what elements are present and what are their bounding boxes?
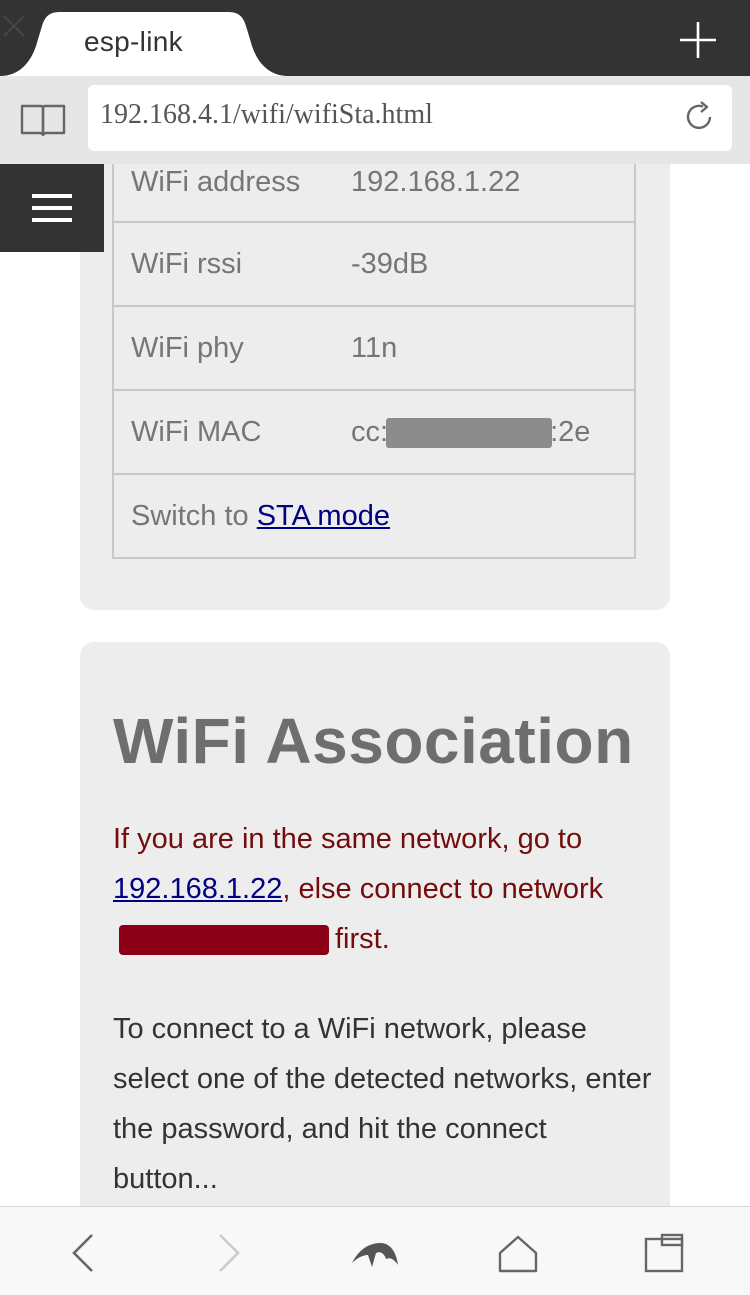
ip-link[interactable]: 192.168.1.22 bbox=[113, 873, 282, 905]
switch-mode-cell: Switch to STA mode bbox=[112, 474, 636, 559]
notice-text-1: If you are in the same network, go to bbox=[113, 823, 583, 855]
table-row: WiFi MAC cc: :2e bbox=[112, 390, 636, 475]
menu-line bbox=[32, 206, 72, 210]
mac-value: cc: :2e bbox=[351, 390, 636, 475]
tabs-icon[interactable] bbox=[642, 1231, 686, 1275]
notice-text-2: , else connect to network bbox=[282, 873, 604, 905]
table-row: WiFi address 192.168.1.22 bbox=[112, 164, 636, 223]
row-label: WiFi MAC bbox=[112, 390, 351, 475]
redaction-bar bbox=[386, 417, 553, 448]
section-title: WiFi Association bbox=[113, 705, 634, 777]
home-icon[interactable] bbox=[496, 1231, 540, 1275]
url-text: 192.168.4.1/wifi/wifiSta.html bbox=[100, 99, 433, 130]
row-label: WiFi phy bbox=[112, 306, 351, 391]
sta-mode-link[interactable]: STA mode bbox=[257, 500, 390, 532]
row-label: WiFi address bbox=[112, 164, 351, 223]
redaction-bar bbox=[119, 925, 329, 956]
back-icon[interactable] bbox=[62, 1231, 106, 1275]
plus-icon[interactable] bbox=[676, 18, 720, 62]
table-row: WiFi phy 11n bbox=[112, 306, 636, 391]
mac-suffix: :2e bbox=[550, 415, 591, 448]
row-value: -39dB bbox=[351, 222, 636, 307]
notice-text-3: first. bbox=[335, 923, 390, 955]
wifi-info-card: WiFi address 192.168.1.22 WiFi rssi -39d… bbox=[80, 164, 670, 610]
switch-text: Switch to bbox=[131, 499, 257, 532]
menu-line bbox=[32, 194, 72, 198]
menu-line bbox=[32, 218, 72, 222]
tab-bar: esp-link bbox=[0, 0, 750, 76]
network-notice: If you are in the same network, go to 19… bbox=[113, 814, 653, 964]
menu-icon[interactable] bbox=[0, 164, 104, 252]
reload-icon[interactable] bbox=[684, 101, 716, 133]
table-row: WiFi rssi -39dB bbox=[112, 222, 636, 307]
dolphin-icon[interactable] bbox=[350, 1231, 400, 1275]
bottom-toolbar bbox=[0, 1206, 750, 1295]
row-value: 11n bbox=[351, 306, 636, 391]
switch-mode-row: Switch to STA mode bbox=[112, 474, 636, 559]
wifi-association-card: WiFi Association If you are in the same … bbox=[80, 642, 670, 1206]
close-icon[interactable] bbox=[0, 12, 28, 40]
wifi-info-table: WiFi address 192.168.1.22 WiFi rssi -39d… bbox=[112, 164, 636, 559]
reader-icon[interactable] bbox=[20, 103, 66, 137]
page-content: WiFi address 192.168.1.22 WiFi rssi -39d… bbox=[0, 164, 750, 1206]
forward-icon[interactable] bbox=[206, 1231, 250, 1275]
url-field[interactable]: 192.168.4.1/wifi/wifiSta.html bbox=[88, 85, 732, 151]
tab-esp-link[interactable]: esp-link bbox=[0, 12, 288, 76]
tab-title: esp-link bbox=[84, 26, 183, 57]
row-value: 192.168.1.22 bbox=[351, 164, 636, 223]
instructions-text: To connect to a WiFi network, please sel… bbox=[113, 1013, 652, 1195]
address-bar-row: 192.168.4.1/wifi/wifiSta.html bbox=[0, 76, 750, 164]
row-label: WiFi rssi bbox=[112, 222, 351, 307]
mac-prefix: cc: bbox=[351, 415, 389, 448]
